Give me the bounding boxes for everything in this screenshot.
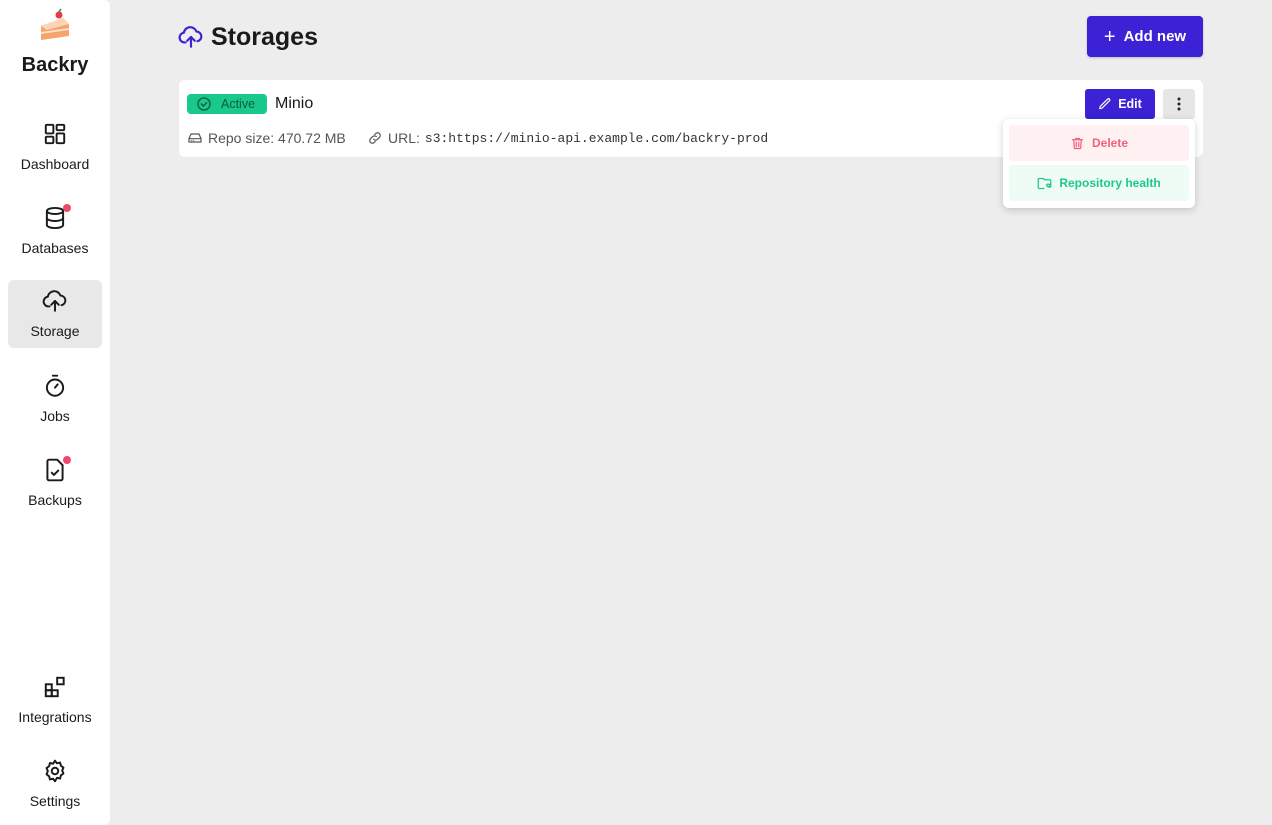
- add-new-button[interactable]: + Add new: [1087, 16, 1203, 57]
- sidebar-item-databases[interactable]: Databases: [8, 197, 102, 265]
- sidebar-item-jobs[interactable]: Jobs: [8, 365, 102, 433]
- sidebar-item-settings[interactable]: Settings: [8, 750, 102, 818]
- integrations-icon: [42, 674, 68, 700]
- more-options-button[interactable]: [1163, 89, 1195, 119]
- edit-label: Edit: [1118, 97, 1142, 111]
- sidebar: Backry Dashboard Databases Storage Jobs …: [0, 0, 110, 825]
- sidebar-item-integrations[interactable]: Integrations: [8, 666, 102, 734]
- status-badge: Active: [187, 94, 267, 114]
- sidebar-item-label: Storage: [30, 323, 80, 339]
- repo-size: Repo size: 470.72 MB: [187, 130, 346, 146]
- repository-health-label: Repository health: [1059, 176, 1161, 190]
- cloud-upload-icon: [42, 288, 68, 314]
- sidebar-item-label: Databases: [21, 240, 89, 256]
- link-icon: [369, 132, 381, 144]
- sidebar-item-dashboard[interactable]: Dashboard: [8, 113, 102, 181]
- gear-icon: [42, 758, 68, 784]
- vertical-dots-icon: [1177, 97, 1181, 111]
- notification-dot: [63, 456, 71, 464]
- check-circle-icon: [197, 97, 211, 111]
- hard-drive-icon: [188, 133, 202, 143]
- cake-logo-icon: [41, 8, 69, 40]
- sidebar-item-label: Settings: [29, 793, 81, 809]
- page-header: Storages: [178, 20, 318, 54]
- cloud-upload-icon: [178, 26, 203, 48]
- add-new-label: Add new: [1123, 28, 1187, 45]
- sidebar-item-storage[interactable]: Storage: [8, 280, 102, 348]
- url-value: s3:https://minio-api.example.com/backry-…: [424, 130, 769, 146]
- dashboard-icon: [42, 121, 68, 147]
- app-name: Backry: [21, 54, 89, 76]
- pencil-icon: [1099, 98, 1111, 110]
- sidebar-item-label: Jobs: [40, 408, 70, 424]
- app-logo[interactable]: Backry: [0, 8, 110, 77]
- storage-url: URL: s3:https://minio-api.example.com/ba…: [367, 130, 768, 146]
- sidebar-item-label: Backups: [28, 492, 82, 508]
- page-title: Storages: [211, 22, 318, 51]
- status-label: Active: [221, 97, 256, 111]
- folder-heart-icon: [1037, 177, 1052, 189]
- stopwatch-icon: [42, 373, 68, 399]
- repository-health-menu-item[interactable]: Repository health: [1009, 165, 1189, 201]
- storage-name: Minio: [275, 95, 314, 112]
- delete-menu-item[interactable]: Delete: [1009, 125, 1189, 161]
- sidebar-item-backups[interactable]: Backups: [8, 449, 102, 517]
- edit-button[interactable]: Edit: [1085, 89, 1155, 119]
- trash-icon: [1071, 137, 1084, 149]
- plus-icon: +: [1103, 25, 1116, 48]
- url-label: URL:: [388, 130, 420, 146]
- notification-dot: [63, 204, 71, 212]
- delete-label: Delete: [1091, 136, 1129, 150]
- sidebar-item-label: Dashboard: [20, 156, 90, 172]
- repo-size-label: Repo size: 470.72 MB: [208, 130, 346, 146]
- sidebar-item-label: Integrations: [18, 709, 92, 725]
- options-dropdown: Delete Repository health: [1003, 119, 1195, 208]
